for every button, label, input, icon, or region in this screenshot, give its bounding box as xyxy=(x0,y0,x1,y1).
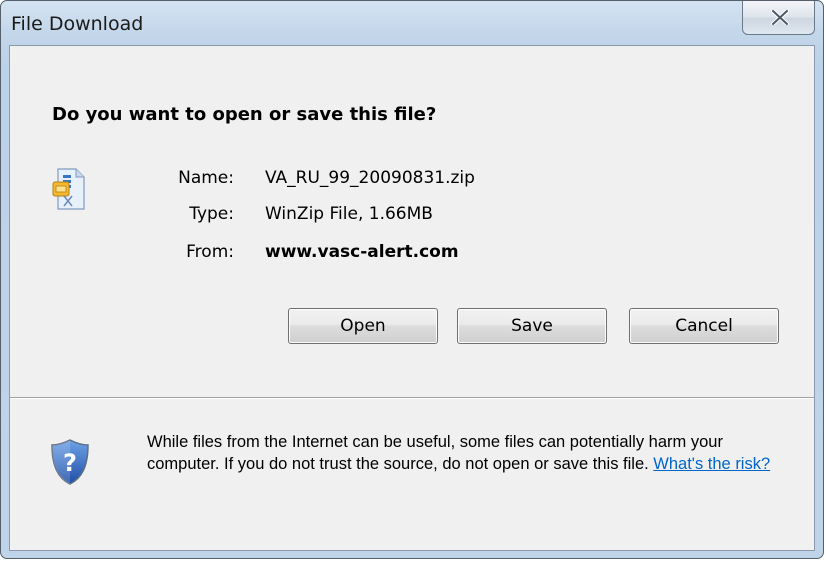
open-button[interactable]: Open xyxy=(288,308,438,344)
name-label: Name: xyxy=(178,168,234,188)
svg-text:?: ? xyxy=(63,449,77,477)
risk-link[interactable]: What's the risk? xyxy=(653,455,770,473)
shield-question-icon: ? xyxy=(51,439,89,485)
cancel-button[interactable]: Cancel xyxy=(629,308,779,344)
name-value: VA_RU_99_20090831.zip xyxy=(265,168,475,188)
from-label-wrap: From: xyxy=(130,242,234,264)
from-value: www.vasc-alert.com xyxy=(265,242,459,262)
save-button[interactable]: Save xyxy=(457,308,607,344)
title-bar[interactable]: File Download xyxy=(1,1,823,45)
type-label-wrap: Type: xyxy=(130,204,234,226)
dialog-question: Do you want to open or save this file? xyxy=(52,104,437,125)
warning-text: While files from the Internet can be use… xyxy=(147,433,723,473)
close-icon xyxy=(771,10,789,25)
type-value: WinZip File, 1.66MB xyxy=(265,204,433,224)
divider-highlight xyxy=(10,398,814,399)
window-title: File Download xyxy=(11,13,144,35)
type-label: Type: xyxy=(189,204,234,224)
zip-file-icon xyxy=(52,168,85,210)
warning-message: While files from the Internet can be use… xyxy=(147,431,797,475)
from-label: From: xyxy=(186,242,234,262)
dialog-window: File Download Do you want to open or sav… xyxy=(0,0,824,559)
close-button[interactable] xyxy=(742,1,815,35)
name-label-wrap: Name: xyxy=(130,168,234,190)
dialog-body: Do you want to open or save this file? N… xyxy=(9,45,815,551)
